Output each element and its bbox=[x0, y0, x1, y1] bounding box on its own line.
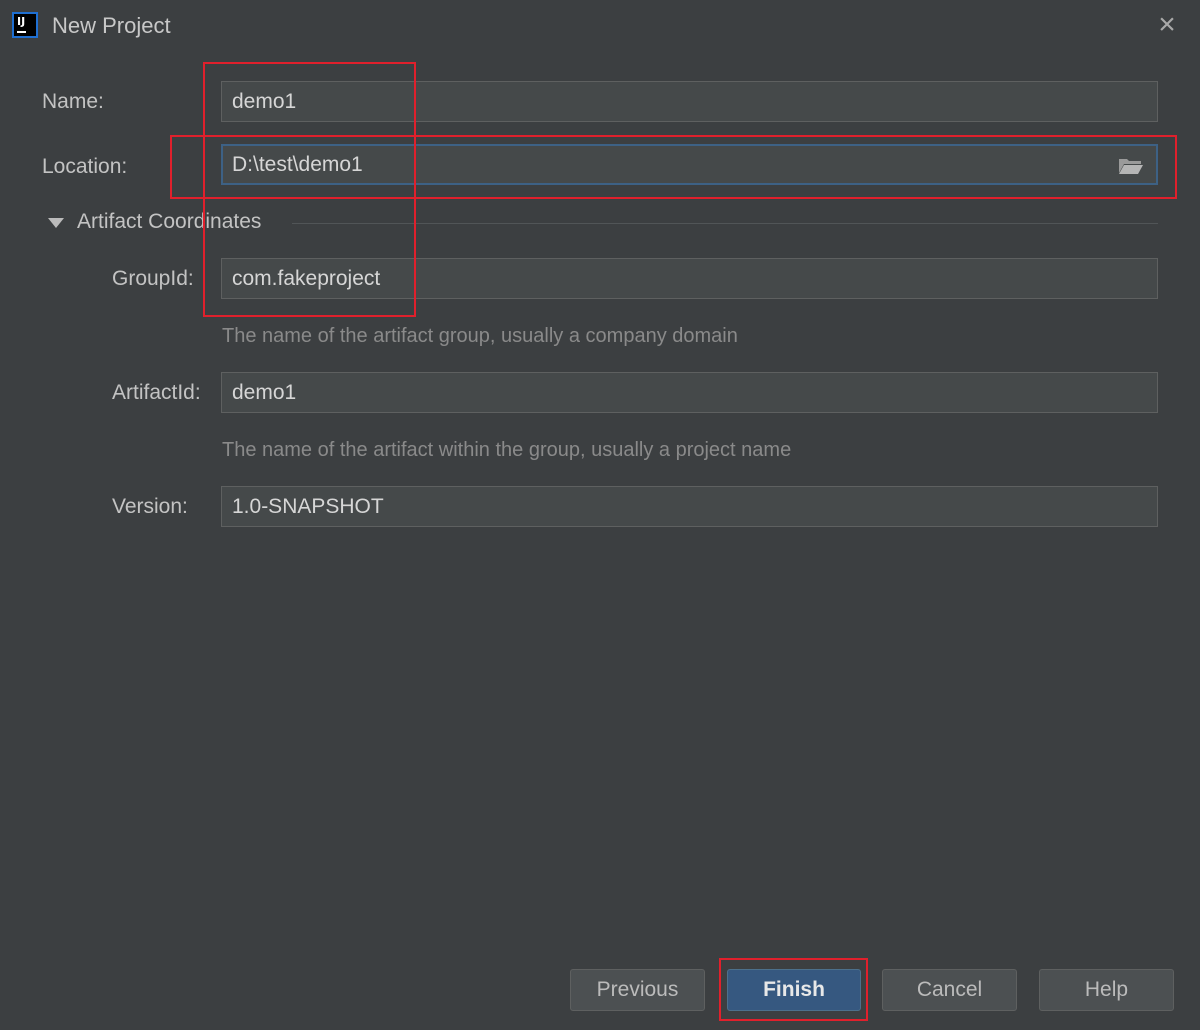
triangle-down-icon bbox=[48, 218, 64, 228]
cancel-button[interactable]: Cancel bbox=[882, 969, 1017, 1011]
artifactid-label: ArtifactId: bbox=[112, 381, 201, 404]
version-label: Version: bbox=[112, 495, 188, 518]
artifact-coordinates-title: Artifact Coordinates bbox=[77, 210, 262, 233]
name-field[interactable]: demo1 bbox=[221, 81, 1158, 122]
version-field[interactable]: 1.0-SNAPSHOT bbox=[221, 486, 1158, 527]
title-bar: IJ New Project × bbox=[0, 0, 1200, 52]
intellij-logo-icon: IJ bbox=[12, 12, 38, 38]
artifactid-field[interactable]: demo1 bbox=[221, 372, 1158, 413]
help-button[interactable]: Help bbox=[1039, 969, 1174, 1011]
location-value: D:\test\demo1 bbox=[232, 153, 363, 176]
name-label: Name: bbox=[42, 90, 104, 113]
artifactid-hint: The name of the artifact within the grou… bbox=[222, 439, 792, 461]
groupid-hint: The name of the artifact group, usually … bbox=[222, 325, 738, 347]
location-field[interactable]: D:\test\demo1 bbox=[221, 144, 1158, 185]
previous-button[interactable]: Previous bbox=[570, 969, 705, 1011]
finish-button[interactable]: Finish bbox=[727, 969, 861, 1011]
section-separator bbox=[292, 223, 1158, 224]
window-title: New Project bbox=[52, 13, 171, 38]
groupid-field[interactable]: com.fakeproject bbox=[221, 258, 1158, 299]
location-label: Location: bbox=[42, 155, 128, 178]
groupid-label: GroupId: bbox=[112, 267, 194, 290]
close-icon[interactable]: × bbox=[1152, 10, 1182, 40]
folder-icon[interactable] bbox=[1118, 157, 1144, 175]
